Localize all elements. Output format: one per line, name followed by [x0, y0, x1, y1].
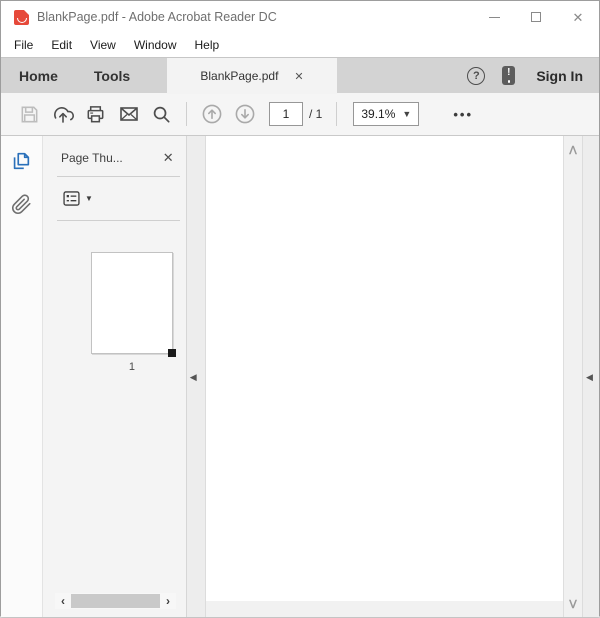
more-tools-button[interactable]: •••	[443, 107, 483, 122]
scroll-up-icon[interactable]: ᐱ	[564, 144, 582, 157]
panel-horizontal-scrollbar: ‹ ›	[54, 593, 176, 609]
page-thumbnails-panel: Page Thu... ✕ ▼ 1 ‹ ›	[42, 136, 187, 617]
panel-title: Page Thu...	[60, 151, 123, 165]
scroll-left-icon[interactable]: ‹	[55, 593, 71, 609]
minimize-icon	[488, 16, 500, 18]
page-thumbnails-icon[interactable]	[10, 150, 32, 172]
next-page-button[interactable]	[228, 98, 261, 130]
help-icon[interactable]: ?	[467, 66, 486, 85]
toolbar-separator-2	[336, 102, 338, 126]
thumbnail-item: 1	[90, 252, 176, 373]
save-icon	[21, 106, 38, 122]
document-tab-label: BlankPage.pdf	[200, 69, 279, 83]
tab-home[interactable]: Home	[1, 58, 76, 93]
title-bar: BlankPage.pdf - Adobe Acrobat Reader DC …	[1, 1, 599, 33]
document-area	[205, 136, 564, 617]
thumbnail-resize-handle[interactable]	[167, 349, 176, 357]
thumbnail-options-button[interactable]: ▼	[43, 177, 186, 220]
close-icon: ✕	[572, 9, 584, 25]
body: Page Thu... ✕ ▼ 1 ‹ › ◀ ᐱ ᐯ ◀	[1, 136, 599, 617]
horizontal-scrollbar-thumb[interactable]	[70, 594, 160, 608]
phone-dot	[507, 80, 511, 83]
menu-window[interactable]: Window	[125, 35, 186, 55]
acrobat-logo-icon	[14, 9, 29, 25]
pdf-page-canvas[interactable]	[205, 136, 564, 601]
print-button[interactable]	[79, 98, 112, 130]
maximize-button[interactable]	[515, 1, 557, 33]
chevron-down-icon: ▼	[84, 194, 93, 203]
window-title: BlankPage.pdf - Adobe Acrobat Reader DC	[37, 10, 277, 24]
attachments-paperclip-icon[interactable]	[11, 194, 32, 215]
tab-bar: Home Tools BlankPage.pdf ✕ ? ! Sign In	[1, 57, 599, 94]
collapse-right-pane-icon[interactable]: ◀	[586, 372, 593, 383]
scroll-right-icon[interactable]: ›	[160, 593, 176, 609]
exclamation-glyph: !	[507, 67, 511, 79]
close-button[interactable]: ✕	[557, 1, 599, 33]
thumbnail-page-number: 1	[128, 361, 135, 373]
arrow-down-circle-icon	[235, 104, 254, 124]
tab-close-icon[interactable]: ✕	[294, 70, 303, 83]
scroll-down-icon[interactable]: ᐯ	[564, 598, 582, 611]
search-button[interactable]	[145, 98, 178, 130]
search-icon	[153, 106, 170, 123]
acrobat-window: BlankPage.pdf - Adobe Acrobat Reader DC …	[0, 0, 600, 617]
tabbar-right-group: ? ! Sign In	[467, 58, 599, 93]
chevron-down-icon: ▼	[402, 109, 412, 119]
share-cloud-button[interactable]	[46, 98, 79, 130]
page-1-thumbnail[interactable]	[90, 252, 176, 357]
tab-tools[interactable]: Tools	[76, 58, 148, 93]
printer-icon	[87, 105, 104, 122]
sign-in-button[interactable]: Sign In	[532, 68, 583, 84]
left-pane-gutter: ◀	[186, 136, 206, 617]
menu-help[interactable]: Help	[186, 35, 229, 55]
panel-header: Page Thu... ✕	[43, 136, 186, 176]
nav-icon-strip	[1, 136, 43, 617]
page-total-label: / 1	[309, 107, 323, 121]
minimize-button[interactable]	[473, 1, 515, 33]
panel-close-icon[interactable]: ✕	[163, 150, 174, 166]
options-list-icon	[63, 191, 80, 206]
zoom-level-dropdown[interactable]: 39.1% ▼	[353, 102, 420, 126]
menu-file[interactable]: File	[5, 35, 42, 55]
tab-document[interactable]: BlankPage.pdf ✕	[167, 58, 337, 94]
document-vertical-scrollbar: ᐱ ᐯ	[563, 136, 583, 617]
menu-view[interactable]: View	[81, 35, 125, 55]
email-button[interactable]	[112, 98, 145, 130]
menu-bar: File Edit View Window Help	[1, 33, 599, 57]
previous-page-button[interactable]	[195, 98, 228, 130]
right-pane-gutter: ◀	[582, 136, 599, 617]
zoom-value: 39.1%	[361, 107, 396, 121]
cloud-upload-icon	[53, 107, 74, 123]
toolbar-separator	[186, 102, 187, 126]
arrow-up-circle-icon	[202, 104, 221, 124]
envelope-icon	[119, 107, 138, 121]
page-number-input[interactable]	[269, 102, 303, 126]
toolbar: / 1 39.1% ▼ •••	[1, 93, 599, 136]
maximize-icon	[531, 12, 541, 22]
panel-divider-2	[56, 220, 180, 221]
window-controls: ✕	[473, 1, 599, 33]
menu-edit[interactable]: Edit	[42, 35, 81, 55]
collapse-left-pane-icon[interactable]: ◀	[190, 372, 197, 383]
notification-phone-icon[interactable]: !	[502, 66, 516, 85]
save-button[interactable]	[13, 98, 46, 130]
